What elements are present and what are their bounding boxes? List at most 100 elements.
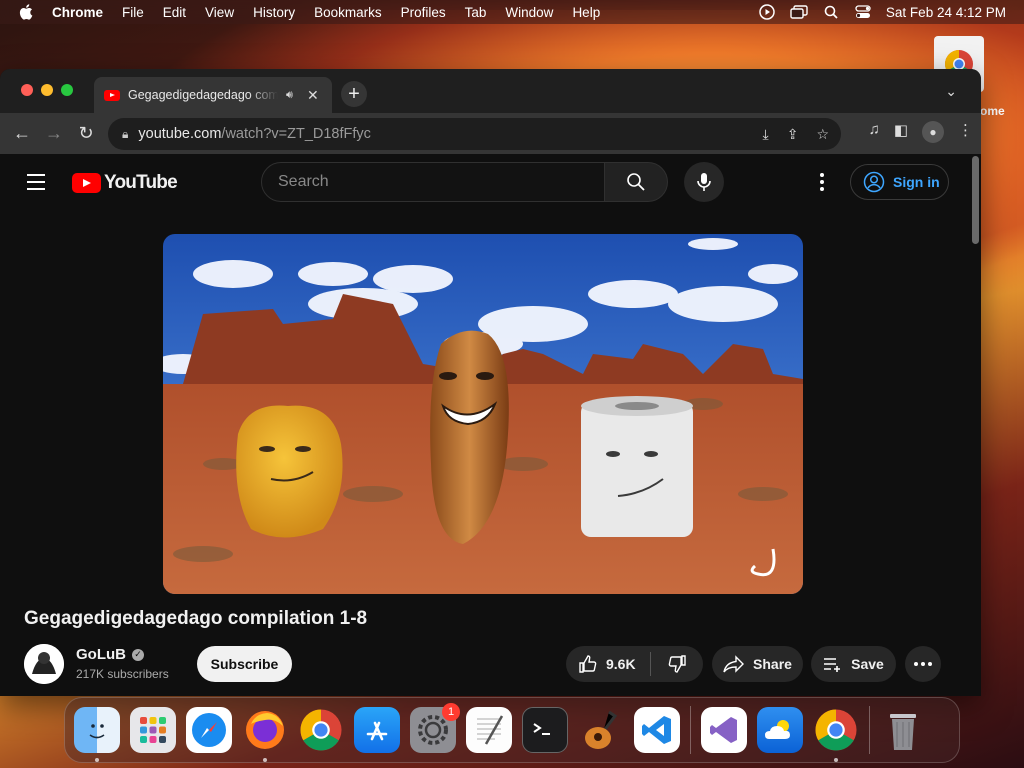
menu-edit[interactable]: Edit: [163, 5, 186, 20]
close-window-button[interactable]: [21, 84, 33, 96]
screen-mirroring-icon[interactable]: [790, 4, 808, 20]
channel-row: GoLuB ✓ 217K subscribers Subscribe 9.6K …: [24, 644, 944, 684]
app-store-icon[interactable]: [354, 707, 400, 753]
minimize-window-button[interactable]: [41, 84, 53, 96]
profile-avatar-icon[interactable]: ●: [922, 121, 944, 143]
new-tab-button[interactable]: +: [341, 81, 367, 107]
menu-profiles[interactable]: Profiles: [401, 5, 446, 20]
textedit-icon[interactable]: [466, 707, 512, 753]
channel-avatar[interactable]: [24, 644, 64, 684]
menu-tab[interactable]: Tab: [465, 5, 487, 20]
dock-separator-2: [869, 706, 870, 754]
sign-in-button[interactable]: Sign in: [850, 164, 949, 200]
launchpad-icon[interactable]: [130, 707, 176, 753]
voice-search-button[interactable]: [684, 162, 724, 202]
search-input[interactable]: Search: [261, 162, 605, 202]
youtube-favicon-icon: [104, 89, 120, 101]
browser-toolbar: ← → ↻ 🔒︎ youtube.com/watch?v=ZT_D18fFfyc…: [0, 113, 981, 154]
like-count: 9.6K: [606, 656, 636, 672]
weather-icon[interactable]: [757, 707, 803, 753]
zoom-window-button[interactable]: [61, 84, 73, 96]
youtube-logo[interactable]: YouTube: [72, 172, 178, 194]
side-panel-icon[interactable]: ◧: [894, 121, 908, 143]
bookmark-star-icon[interactable]: ☆: [816, 126, 829, 143]
dislike-button[interactable]: [651, 654, 703, 674]
save-button[interactable]: Save: [811, 646, 896, 682]
video-player[interactable]: [163, 234, 803, 594]
trash-icon[interactable]: [880, 707, 926, 753]
reload-icon[interactable]: ↻: [70, 120, 102, 148]
garageband-icon[interactable]: [578, 707, 624, 753]
status-icons: Sat Feb 24 4:12 PM: [758, 4, 1006, 20]
save-label: Save: [851, 656, 884, 672]
safari-icon[interactable]: [186, 707, 232, 753]
like-dislike-group: 9.6K: [566, 646, 703, 682]
thumbs-down-icon: [668, 655, 686, 673]
control-center-icon[interactable]: [854, 4, 872, 20]
back-arrow-icon[interactable]: ←: [6, 120, 38, 148]
toolbar-actions: ♫ ◧ ● ⋮: [869, 121, 973, 143]
menu-window[interactable]: Window: [505, 5, 553, 20]
verified-check-icon: ✓: [132, 648, 144, 661]
install-app-icon[interactable]: ⤓: [763, 126, 769, 143]
playlist-add-icon: [824, 658, 841, 672]
address-bar[interactable]: 🔒︎ youtube.com/watch?v=ZT_D18fFfyc ⤓ ⇪ ☆: [108, 118, 841, 150]
menu-bookmarks[interactable]: Bookmarks: [314, 5, 382, 20]
lock-icon[interactable]: 🔒︎: [122, 127, 128, 142]
microphone-icon: [697, 173, 711, 191]
apple-icon[interactable]: [18, 3, 36, 21]
more-horizontal-icon: [914, 662, 932, 666]
visual-studio-icon[interactable]: [701, 707, 747, 753]
menu-history[interactable]: History: [253, 5, 295, 20]
macos-menubar: Chrome File Edit View History Bookmarks …: [0, 0, 1024, 24]
system-settings-icon[interactable]: 1: [410, 703, 460, 753]
close-tab-icon[interactable]: ✕: [307, 87, 319, 104]
menu-help[interactable]: Help: [572, 5, 600, 20]
channel-avatar-image: [24, 644, 64, 684]
tab-title: Gegagedigedagedago compilation 1-8: [128, 88, 278, 102]
menubar-clock[interactable]: Sat Feb 24 4:12 PM: [886, 5, 1006, 20]
subscribe-button[interactable]: Subscribe: [197, 646, 292, 682]
page-scrollbar[interactable]: [972, 156, 979, 244]
channel-name-text: GoLuB: [76, 646, 126, 663]
finder-icon[interactable]: [74, 707, 120, 762]
active-tab[interactable]: Gegagedigedagedago compilation 1-8 🔊︎ ✕: [94, 77, 332, 113]
youtube-page: YouTube Search Sign in Gegagedigedagedag…: [0, 154, 969, 696]
google-chrome-icon[interactable]: [298, 707, 344, 753]
dock-separator: [690, 706, 691, 754]
firefox-icon[interactable]: [242, 707, 288, 762]
macos-dock: 1: [64, 697, 960, 763]
share-page-icon[interactable]: ⇪: [787, 126, 799, 143]
share-arrow-icon: [723, 655, 745, 673]
menu-view[interactable]: View: [205, 5, 234, 20]
menu-app-name[interactable]: Chrome: [52, 5, 103, 20]
share-button[interactable]: Share: [712, 646, 803, 682]
chrome-menu-icon[interactable]: ⋮: [958, 121, 973, 143]
url-path: /watch?v=ZT_D18fFfyc: [221, 126, 371, 142]
search-button[interactable]: [604, 162, 668, 202]
spotlight-search-icon[interactable]: [822, 4, 840, 20]
notification-badge: 1: [442, 703, 460, 721]
forward-arrow-icon[interactable]: →: [38, 120, 70, 148]
play-circle-icon[interactable]: [758, 4, 776, 20]
settings-more-icon[interactable]: [811, 170, 833, 194]
terminal-icon[interactable]: [522, 707, 568, 753]
like-button[interactable]: 9.6K: [566, 654, 650, 674]
hamburger-menu-icon[interactable]: [27, 174, 45, 195]
sign-in-label: Sign in: [893, 174, 940, 190]
window-controls: [21, 84, 73, 96]
media-controls-icon[interactable]: ♫: [869, 121, 880, 143]
chrome-running-icon[interactable]: [813, 707, 859, 762]
speaker-icon[interactable]: 🔊︎: [286, 89, 293, 102]
desktop-icon-label: ome: [980, 104, 1005, 118]
omnibox-actions: ⤓ ⇪ ☆: [763, 126, 830, 143]
thumbs-up-icon: [579, 655, 597, 673]
channel-name[interactable]: GoLuB ✓: [76, 646, 144, 663]
more-actions-button[interactable]: [905, 646, 941, 682]
youtube-logo-text: YouTube: [104, 172, 178, 193]
tab-search-chevron-icon[interactable]: ⌄: [945, 83, 957, 100]
video-frame-image: [163, 234, 803, 594]
vscode-icon[interactable]: [634, 707, 680, 753]
account-circle-icon: [863, 171, 885, 193]
menu-file[interactable]: File: [122, 5, 144, 20]
